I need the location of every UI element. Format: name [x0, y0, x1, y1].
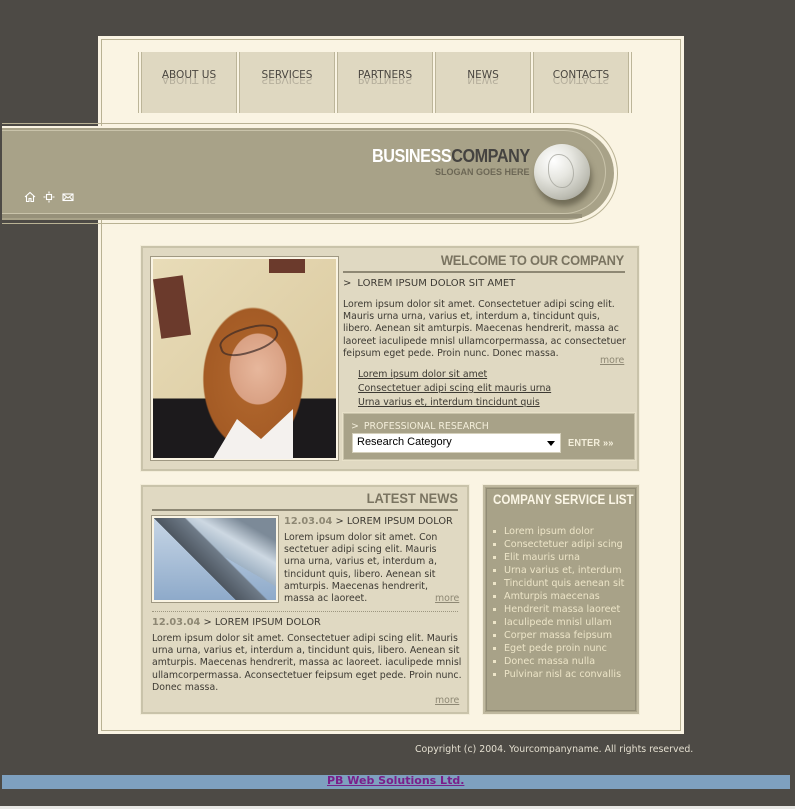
latest-news-divider [152, 509, 458, 511]
chevron-right-icon: > [203, 617, 212, 628]
enter-button[interactable]: ENTER »» [568, 437, 614, 449]
research-category-select[interactable]: Research Category [352, 433, 561, 453]
news-headline[interactable]: LOREM IPSUM DOLOR [347, 516, 453, 527]
service-list-item[interactable]: Donec massa nulla [493, 655, 624, 668]
nav-item-contacts[interactable]: CONTACTS CONTACTS [534, 52, 628, 113]
brand-word-business: BUSINESS [372, 146, 452, 166]
news-date: 12.03.04 [284, 516, 333, 527]
research-label: > PROFESSIONAL RESEARCH [351, 421, 489, 432]
header-band-shadow [2, 214, 582, 218]
nav-label-reflection: ABOUT US [161, 77, 217, 85]
sitemap-icon[interactable] [43, 191, 55, 203]
credit-link[interactable]: PB Web Solutions Ltd. [327, 774, 464, 787]
service-list-item[interactable]: Corper massa feipsum [493, 629, 624, 642]
service-list-item[interactable]: Consectetuer adipi scing [493, 538, 624, 551]
service-list-item[interactable]: Elit mauris urna [493, 551, 624, 564]
slogan: SLOGAN GOES HERE [435, 167, 530, 177]
news-date: 12.03.04 [152, 617, 201, 628]
chevron-down-icon [547, 441, 555, 446]
news-item-heading: 12.03.04 > LOREM IPSUM DOLOR [152, 617, 321, 628]
service-list-title: COMPANY SERVICE LIST [493, 492, 634, 507]
welcome-link[interactable]: Urna varius et, interdum tincidunt quis [358, 396, 551, 410]
welcome-link[interactable]: Lorem ipsum dolor sit amet [358, 368, 551, 382]
photo-detail [269, 259, 305, 273]
service-list: Lorem ipsum dolor Consectetuer adipi sci… [493, 525, 624, 681]
header-quick-icons [24, 191, 74, 203]
news-item-body: Lorem ipsum dolor sit amet. Con sectetue… [284, 532, 438, 605]
service-list-item[interactable]: Hendrerit massa laoreet [493, 603, 624, 616]
nav-label-reflection: PARTNERS [357, 77, 413, 85]
photo-detail [152, 275, 192, 339]
service-list-item[interactable]: Tincidunt quis aenean sit [493, 577, 624, 590]
service-list-item[interactable]: Iaculipede mnisl ullam [493, 616, 624, 629]
copyright-text: Copyright (c) 2004. Yourcompanyname. All… [415, 744, 694, 755]
service-list-item[interactable]: Lorem ipsum dolor [493, 525, 624, 538]
chevron-right-icon: > [343, 278, 352, 289]
nav-divider [628, 52, 632, 113]
home-icon[interactable] [24, 191, 36, 203]
nav-item-news[interactable]: NEWS NEWS [436, 52, 530, 113]
brand-word-company: COMPANY [451, 146, 530, 166]
chevron-right-icon: > [351, 421, 359, 432]
news-item-body: Lorem ipsum dolor sit amet. Consectetuer… [152, 633, 462, 693]
brand-logo[interactable]: BUSINESSCOMPANY [372, 146, 530, 167]
welcome-title: WELCOME TO OUR COMPANY [440, 252, 624, 268]
nav-label-reflection: SERVICES [261, 77, 313, 85]
mail-icon[interactable] [62, 191, 74, 203]
news-separator [152, 611, 458, 612]
service-list-item[interactable]: Urna varius et, interdum [493, 564, 624, 577]
main-nav: ABOUT US ABOUT US SERVICES SERVICES PART… [138, 52, 640, 113]
welcome-photo [150, 256, 339, 461]
welcome-divider [343, 271, 625, 273]
welcome-link[interactable]: Consectetuer adipi scing elit mauris urn… [358, 382, 551, 396]
chevron-right-icon: > [335, 516, 344, 527]
nav-item-about-us[interactable]: ABOUT US ABOUT US [142, 52, 236, 113]
news-photo [151, 515, 279, 603]
photo-detail [216, 318, 282, 362]
welcome-subheading: > LOREM IPSUM DOLOR SIT AMET [343, 278, 515, 289]
news-more-link[interactable]: more [435, 695, 459, 706]
welcome-subheading-text: LOREM IPSUM DOLOR SIT AMET [357, 278, 516, 289]
news-item-heading: 12.03.04 > LOREM IPSUM DOLOR [284, 516, 453, 527]
nav-label-reflection: CONTACTS [552, 77, 610, 85]
welcome-links: Lorem ipsum dolor sit amet Consectetuer … [358, 368, 551, 410]
service-list-item[interactable]: Eget pede proin nunc [493, 642, 624, 655]
research-select-value: Research Category [357, 436, 452, 448]
news-headline[interactable]: LOREM IPSUM DOLOR [215, 617, 321, 628]
photo-detail [213, 409, 293, 459]
welcome-body: Lorem ipsum dolor sit amet. Consectetuer… [343, 299, 626, 359]
latest-news-title: LATEST NEWS [366, 490, 458, 506]
service-list-item[interactable]: Pulvinar nisl ac convallis [493, 668, 624, 681]
research-label-text: PROFESSIONAL RESEARCH [363, 421, 489, 432]
nav-item-services[interactable]: SERVICES SERVICES [240, 52, 334, 113]
welcome-more-link[interactable]: more [600, 355, 624, 366]
nav-item-partners[interactable]: PARTNERS PARTNERS [338, 52, 432, 113]
globe-icon [534, 144, 590, 200]
news-more-link[interactable]: more [435, 593, 459, 604]
service-list-item[interactable]: Amturpis maecenas [493, 590, 624, 603]
nav-label-reflection: NEWS [467, 77, 499, 85]
